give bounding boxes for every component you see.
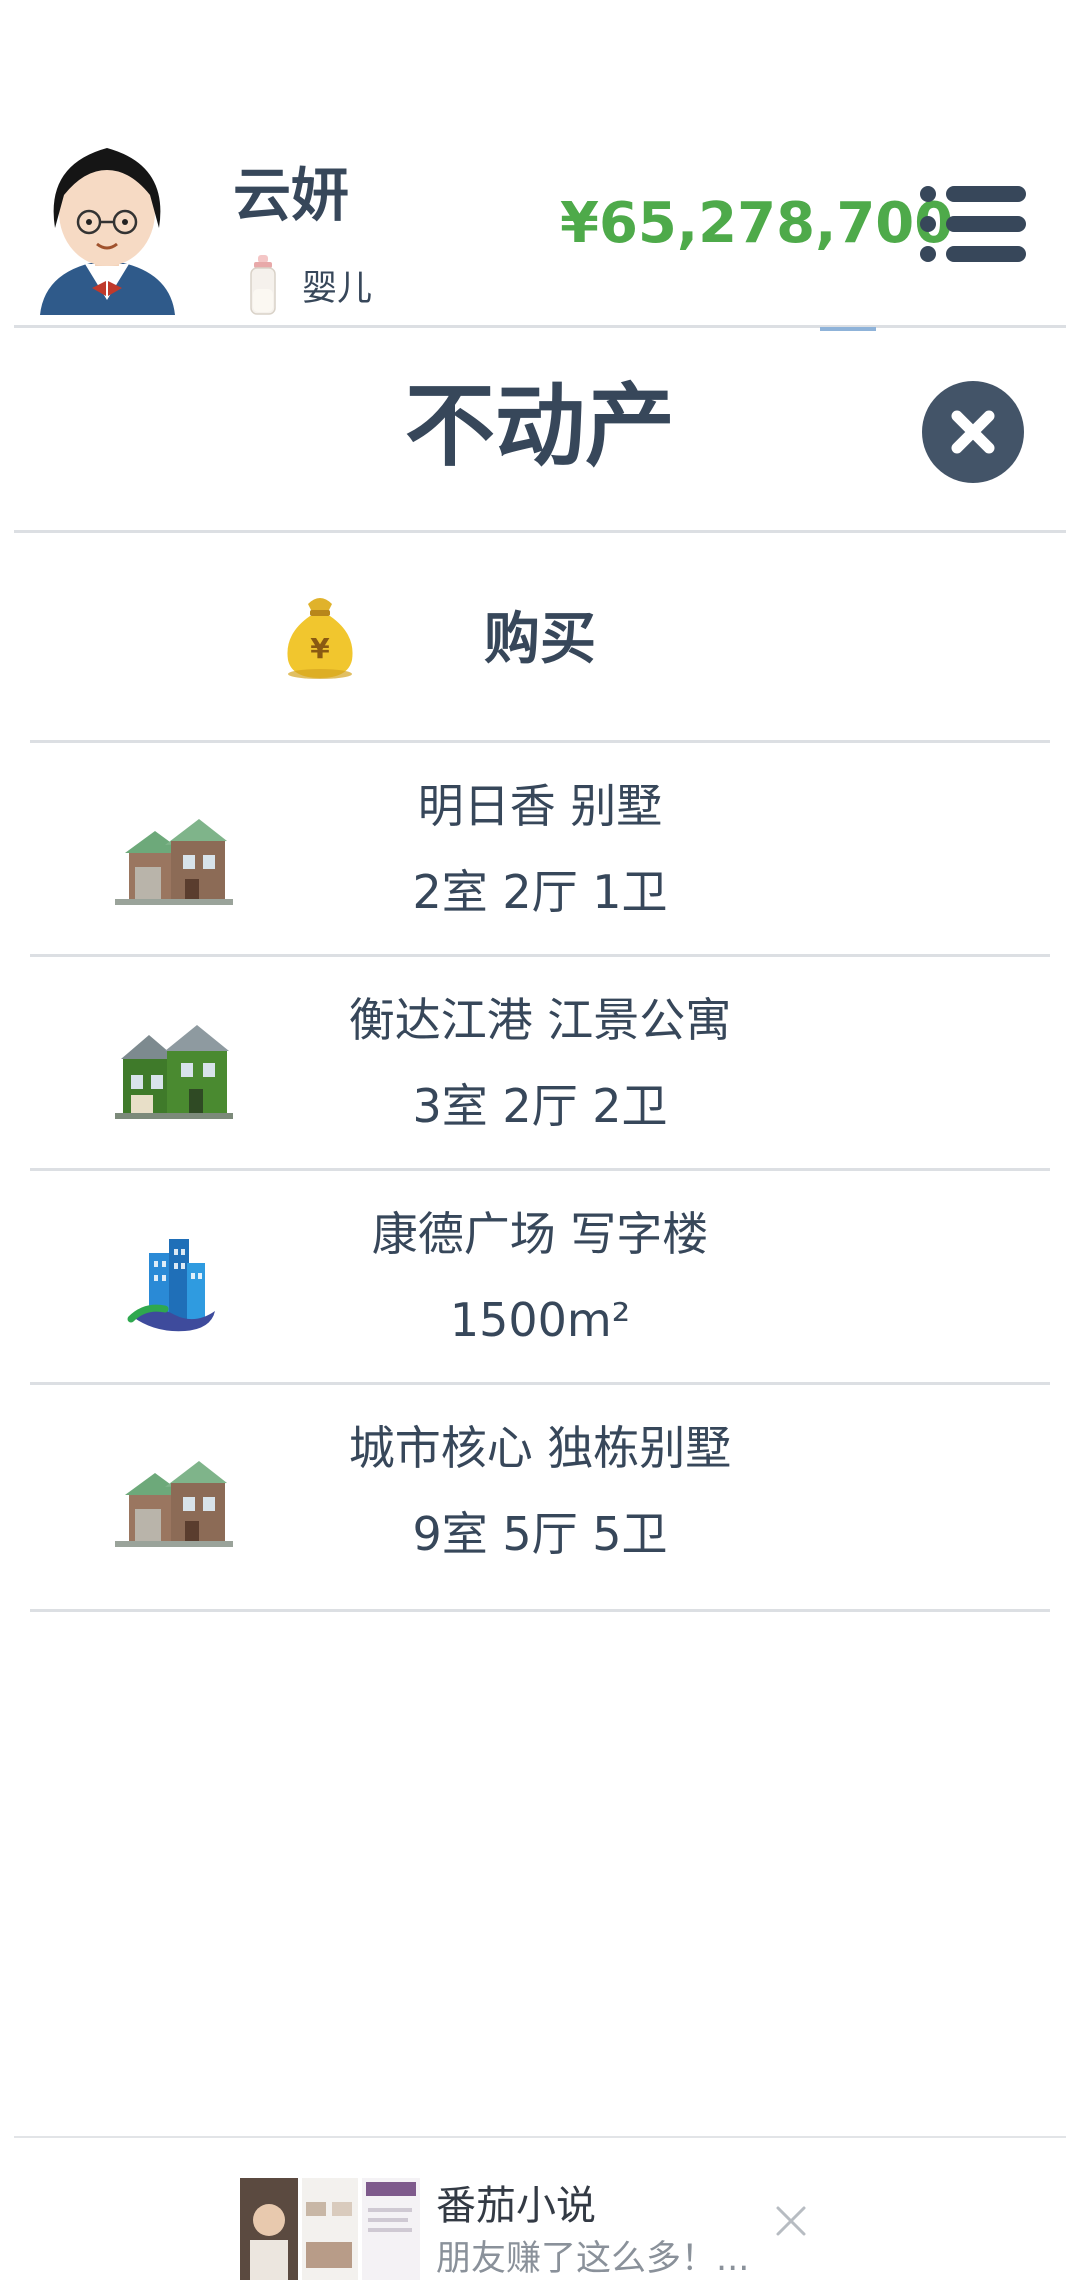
property-layout: 1500m² [449, 1293, 631, 1347]
player-name: 云妍 [233, 161, 350, 229]
panel-title: 不动产 [405, 374, 675, 479]
active-tab-indicator [820, 327, 876, 331]
property-layout: 3室 2厅 2卫 [412, 1079, 668, 1133]
money-bag-icon: ¥ [287, 598, 353, 679]
svg-text:¥: ¥ [310, 632, 330, 665]
property-item-hengda-riverview-apartment[interactable]: 衡达江港 江景公寓 3室 2厅 2卫 [30, 954, 1050, 1171]
property-name: 衡达江港 江景公寓 [348, 993, 732, 1047]
property-name: 城市核心 独栋别墅 [348, 1421, 732, 1475]
list-end-divider [30, 1609, 1050, 1612]
baby-bottle-icon [250, 255, 276, 315]
close-icon [951, 410, 995, 454]
avatar[interactable] [40, 140, 175, 315]
ad-thumbnail-images[interactable] [240, 2178, 420, 2280]
property-name: 明日香 别墅 [417, 779, 663, 833]
ad-subtitle[interactable]: 朋友赚了这么多！... [436, 2242, 749, 2277]
property-item-city-core-detached-villa[interactable]: 城市核心 独栋别墅 9室 5厅 5卫 [30, 1382, 1050, 1599]
buy-label: 购买 [484, 607, 596, 672]
property-item-mingrixiang-villa[interactable]: 明日香 别墅 2室 2厅 1卫 [30, 740, 1050, 957]
property-layout: 9室 5厅 5卫 [412, 1507, 668, 1561]
age-stage-label: 婴儿 [302, 269, 373, 309]
property-layout: 2室 2厅 1卫 [412, 865, 668, 919]
ad-close-icon[interactable] [774, 2204, 808, 2238]
money-balance: ¥65,278,700 [560, 191, 954, 256]
property-item-kangde-office-tower[interactable]: 康德广场 写字楼 1500m² [30, 1168, 1050, 1385]
buy-button[interactable]: ¥ 购买 [30, 560, 1050, 745]
menu-list-icon[interactable] [918, 184, 1028, 264]
ad-divider [14, 2136, 1066, 2138]
header-divider [14, 325, 1066, 328]
close-button[interactable] [922, 381, 1024, 483]
property-name: 康德广场 写字楼 [371, 1207, 709, 1261]
title-divider [14, 530, 1066, 533]
ad-title[interactable]: 番茄小说 [436, 2186, 596, 2226]
